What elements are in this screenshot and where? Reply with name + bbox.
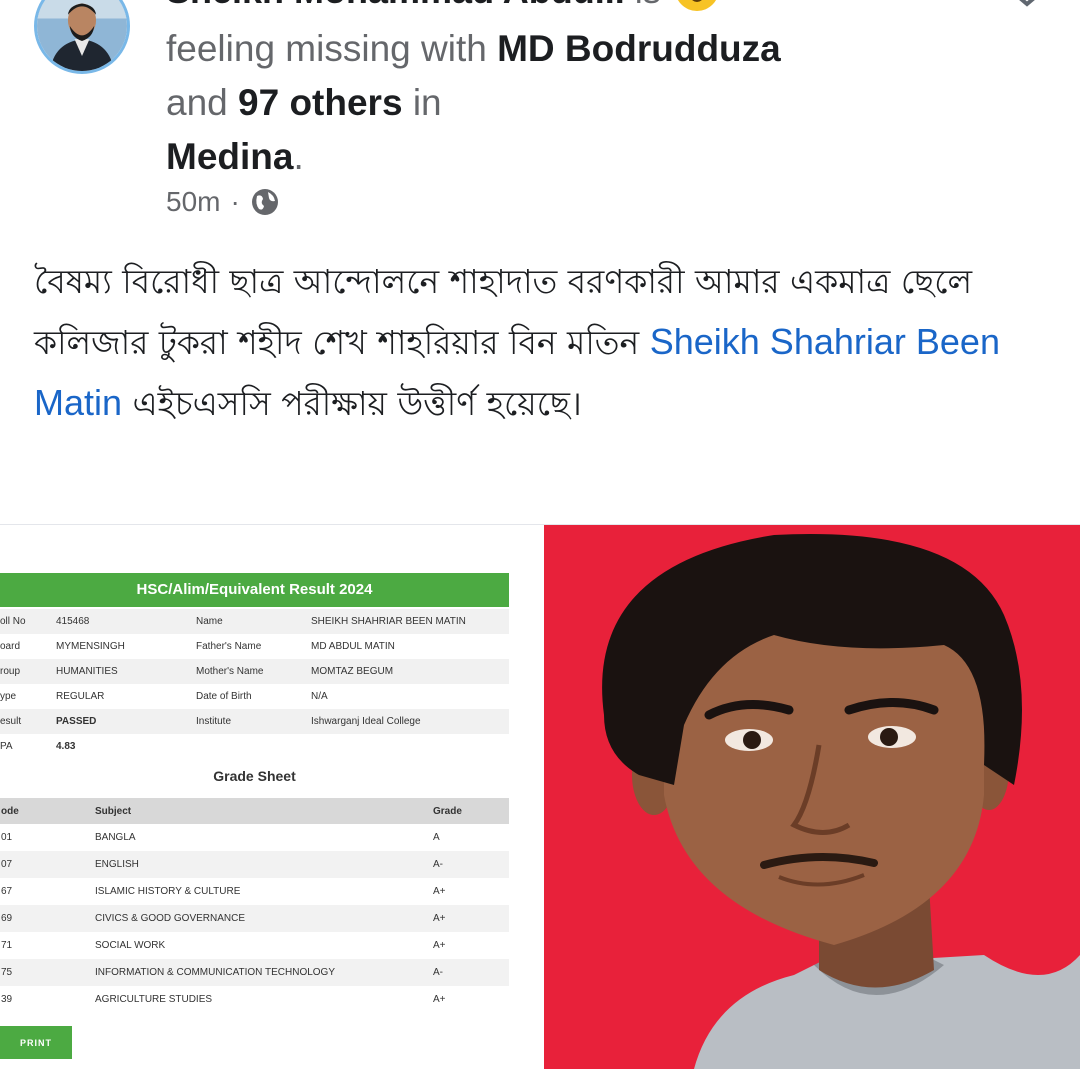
subject-code: 69: [0, 905, 94, 932]
info-label: Father's Name: [196, 641, 262, 652]
post-body: বৈষম্য বিরোধী ছাত্র আন্দোলনে শাহাদাত বরণ…: [34, 252, 1044, 434]
subject-code: 39: [1, 994, 13, 1005]
info-value: MD ABDUL MATIN: [311, 641, 395, 652]
info-label: PA: [0, 741, 13, 752]
others-link[interactable]: 97 others: [238, 82, 403, 123]
astonished-face-icon: [674, 0, 719, 12]
subject-grade: A-: [432, 851, 509, 878]
post-photo-grid: HSC/Alim/Equivalent Result 2024 oll No 41…: [0, 524, 1080, 1069]
info-row: ype REGULAR Date of Birth N/A: [0, 684, 509, 709]
info-value: REGULAR: [56, 691, 105, 702]
grade-sheet-table: ode Subject Grade 01 BANGLA A 07 ENGLISH A- 67…: [0, 798, 509, 1013]
grade-row: 39 AGRICULTURE STUDIES A+: [0, 986, 509, 1013]
subject-grade: A+: [433, 886, 446, 897]
info-label: roup: [0, 659, 56, 684]
in-word: in: [412, 82, 442, 123]
post-meta: 50m ·: [166, 186, 280, 218]
info-value: 4.83: [56, 741, 76, 752]
subject-grade: A: [433, 832, 440, 843]
info-label: Mother's Name: [196, 659, 311, 684]
grade-row: 69 CIVICS & GOOD GOVERNANCE A+: [0, 905, 509, 932]
location-link[interactable]: Medina: [166, 136, 293, 177]
subject-grade: A+: [432, 905, 509, 932]
student-info-table: oll No 415468 Name SHEIKH SHAHRIAR BEEN MAT…: [0, 609, 509, 759]
info-row: oll No 415468 Name SHEIKH SHAHRIAR BEEN MAT…: [0, 609, 509, 634]
info-value: N/A: [311, 691, 328, 702]
tagged-person-link[interactable]: MD Bodrudduza: [497, 28, 781, 69]
grade-row: 71 SOCIAL WORK A+: [0, 932, 509, 959]
info-value: MOMTAZ BEGUM: [311, 659, 509, 684]
post-timestamp[interactable]: 50m: [166, 186, 220, 218]
info-value: [311, 734, 509, 759]
info-row: roup HUMANITIES Mother's Name MOMTAZ BEGUM: [0, 659, 509, 684]
grade-row: 67 ISLAMIC HISTORY & CULTURE A+: [0, 878, 509, 905]
close-icon[interactable]: [1004, 0, 1050, 14]
info-value: PASSED: [56, 709, 196, 734]
info-row: PA 4.83: [0, 734, 509, 759]
grade-sheet-heading: Grade Sheet: [213, 768, 296, 784]
post-headline: feeling missing with MD Bodrudduza and 9…: [166, 22, 786, 184]
and-word: and: [166, 82, 228, 123]
author-avatar[interactable]: [34, 0, 130, 74]
info-label: Name: [196, 609, 311, 634]
grade-header-row: ode Subject Grade: [0, 798, 509, 824]
subject-grade: A+: [433, 940, 446, 951]
subject-name: BANGLA: [95, 832, 136, 843]
post-body-text-end: এইচএসসি পরীক্ষায় উত্তীর্ণ হয়েছে।: [132, 384, 582, 423]
headline-period: .: [293, 136, 304, 177]
meta-separator: ·: [230, 186, 240, 217]
grade-row: 07 ENGLISH A-: [0, 851, 509, 878]
avatar-photo: [37, 0, 127, 71]
grade-row: 75 INFORMATION & COMMUNICATION TECHNOLOGY…: [0, 959, 509, 986]
feeling-text: feeling missing with: [166, 28, 487, 69]
info-label: Date of Birth: [196, 691, 252, 702]
subject-code: 71: [1, 940, 13, 951]
result-screenshot[interactable]: HSC/Alim/Equivalent Result 2024 oll No 41…: [0, 525, 540, 1069]
post-author-line: Sheikh Mohammad Abdu... is: [166, 0, 719, 15]
globe-icon[interactable]: [250, 187, 280, 217]
subject-grade: A+: [433, 994, 446, 1005]
subject-name: INFORMATION & COMMUNICATION TECHNOLOGY: [94, 959, 432, 986]
is-word: is: [635, 0, 661, 11]
result-title: HSC/Alim/Equivalent Result 2024: [0, 573, 509, 607]
info-label: oard: [0, 641, 21, 652]
subject-code: 75: [0, 959, 94, 986]
info-value: HUMANITIES: [56, 659, 196, 684]
subject-code: 01: [1, 832, 13, 843]
info-value: Ishwarganj Ideal College: [311, 709, 509, 734]
subject-name: CIVICS & GOOD GOVERNANCE: [94, 905, 432, 932]
subject-name: AGRICULTURE STUDIES: [95, 994, 213, 1005]
subject-name: ENGLISH: [94, 851, 432, 878]
portrait-photo[interactable]: [544, 525, 1080, 1069]
grade-col-code: ode: [0, 798, 94, 824]
print-button[interactable]: PRINT: [0, 1026, 72, 1059]
info-value: 415468: [56, 609, 196, 634]
portrait-image: [544, 525, 1080, 1069]
info-label: [196, 734, 311, 759]
subject-name: SOCIAL WORK: [95, 940, 166, 951]
subject-name: ISLAMIC HISTORY & CULTURE: [95, 886, 241, 897]
info-label: ype: [0, 691, 17, 702]
subject-grade: A-: [432, 959, 509, 986]
subject-code: 67: [1, 886, 13, 897]
info-value: SHEIKH SHAHRIAR BEEN MATIN: [311, 609, 509, 634]
info-label: esult: [0, 709, 56, 734]
grade-row: 01 BANGLA A: [0, 824, 509, 851]
grade-col-grade: Grade: [432, 798, 509, 824]
grade-col-subject: Subject: [94, 798, 432, 824]
info-row: oard MYMENSINGH Father's Name MD ABDUL MATI…: [0, 634, 509, 659]
info-value: MYMENSINGH: [56, 641, 125, 652]
author-name[interactable]: Sheikh Mohammad Abdu...: [166, 0, 625, 11]
info-row: esult PASSED Institute Ishwarganj Ideal Col…: [0, 709, 509, 734]
subject-code: 07: [0, 851, 94, 878]
info-label: oll No: [0, 609, 56, 634]
info-label: Institute: [196, 709, 311, 734]
